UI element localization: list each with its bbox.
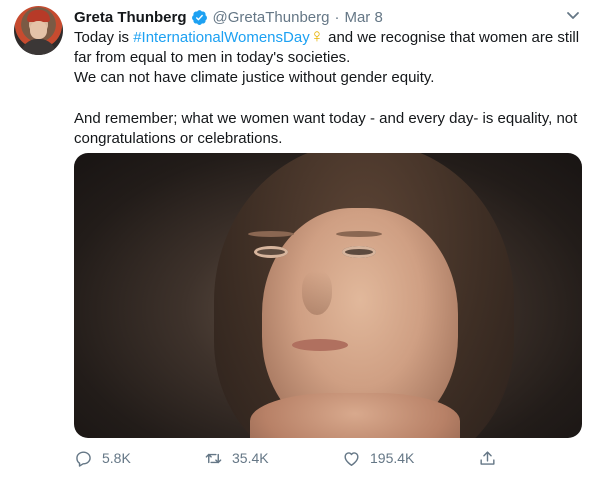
tweet-actions: 5.8K 35.4K 195.4K <box>74 446 594 470</box>
tweet-line-2: far from equal to men in today's societi… <box>74 49 351 66</box>
tweet-line-4: And remember; what we women want today -… <box>74 110 578 127</box>
female-sign-emoji: ♀ <box>309 26 324 47</box>
tweet-line-1-suffix: and we recognise that women are still <box>323 29 580 46</box>
tweet-line-1-prefix: Today is <box>74 29 134 46</box>
reply-button[interactable]: 5.8K <box>74 446 131 470</box>
photo-mouth <box>292 339 348 351</box>
retweet-button[interactable]: 35.4K <box>204 446 269 470</box>
retweet-count: 35.4K <box>232 450 269 466</box>
tweet-date[interactable]: Mar 8 <box>344 9 382 26</box>
author-handle[interactable]: @GretaThunberg <box>213 9 330 26</box>
like-count: 195.4K <box>370 450 415 466</box>
tweet-header: Greta Thunberg @GretaThunberg · Mar 8 <box>74 7 383 27</box>
tweet-photo[interactable] <box>74 153 582 438</box>
photo-right-brow <box>336 231 382 237</box>
tweet-card[interactable]: Greta Thunberg @GretaThunberg · Mar 8 To… <box>0 0 597 477</box>
tweet-line-3: We can not have climate justice without … <box>74 69 435 86</box>
photo-nose <box>302 271 332 315</box>
share-button[interactable] <box>478 446 506 470</box>
hashtag-link[interactable]: #InternationalWomensDay <box>133 29 309 46</box>
photo-right-eye <box>342 246 376 258</box>
heart-icon <box>344 451 359 466</box>
avatar-coat <box>21 39 56 55</box>
retweet-icon <box>205 453 222 463</box>
photo-hands <box>250 393 460 438</box>
author-name[interactable]: Greta Thunberg <box>74 9 187 26</box>
reply-count: 5.8K <box>102 450 131 466</box>
share-icon <box>480 450 495 465</box>
tweet-text: Today is #InternationalWomensDay♀ and we… <box>74 26 584 149</box>
like-button[interactable]: 195.4K <box>342 446 414 470</box>
avatar[interactable] <box>14 6 63 55</box>
reply-icon <box>76 450 91 467</box>
chevron-down-icon[interactable] <box>564 8 582 24</box>
avatar-face <box>30 21 47 39</box>
verified-badge-icon <box>191 9 207 25</box>
tweet-line-5: congratulations or celebrations. <box>74 130 283 147</box>
photo-left-eye <box>254 246 288 258</box>
photo-left-brow <box>248 231 294 237</box>
separator: · <box>334 8 340 26</box>
tweet-line-1: Today is #InternationalWomensDay♀ and we… <box>74 26 584 48</box>
